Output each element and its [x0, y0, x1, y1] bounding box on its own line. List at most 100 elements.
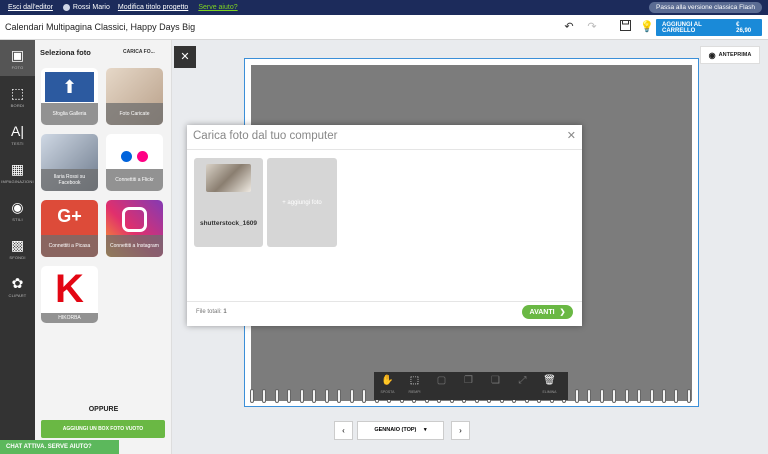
close-dialog-button[interactable]: ✕ — [567, 129, 576, 142]
next-label: AVANTI — [529, 308, 555, 316]
chat-button[interactable]: CHAT ATTIVA. SERVE AIUTO? — [0, 440, 119, 454]
hikorba-logo: K — [55, 267, 84, 311]
tool-sidebar: ▣ FOTO ⬚ BORDI A| TESTI ▦ IMPAGINAZIONI ◉ STI… — [0, 40, 35, 454]
sidebar-item-sfondi[interactable]: ▩ SFONDI — [0, 230, 35, 266]
help-link[interactable]: Serve aiuto? — [198, 4, 237, 11]
save-icon[interactable] — [618, 20, 632, 34]
expand-tool-button[interactable]: ⤢ — [509, 372, 536, 400]
uploaded-photo-card[interactable]: shutterstock_1609 — [194, 158, 263, 247]
upload-dialog: Carica foto dal tuo computer ✕ shutterst… — [187, 125, 582, 326]
hand-tool-button[interactable]: ✋ SPOSTA — [374, 372, 401, 400]
photo-thumbnail — [206, 164, 251, 192]
tile-uploaded-photos[interactable]: Foto Caricate — [106, 68, 163, 125]
next-button[interactable]: AVANTI ❯ — [522, 305, 573, 319]
photo-toolbar: ✋ SPOSTA ⬚ RIEMPI ▢ ❐ ❏ ⤢ 🗑 ELIMINA — [374, 372, 568, 400]
tile-picasa[interactable]: G+ Connettiti a Picasa — [41, 200, 98, 257]
project-title: Calendari Multipagina Classici, Happy Da… — [5, 22, 196, 32]
next-page-button[interactable]: › — [451, 421, 470, 440]
or-separator: OPPURE — [88, 406, 119, 413]
add-to-cart-label: AGGIUNGI AL CARRELLO — [662, 21, 702, 34]
sidebar-item-impaginazioni[interactable]: ▦ IMPAGINAZIONI — [0, 154, 35, 190]
sidebar-item-stili[interactable]: ◉ STILI — [0, 192, 35, 228]
crop-icon: ▢ — [436, 375, 447, 386]
sidebar-item-label: IMPAGINAZIONI — [1, 179, 34, 184]
tile-instagram[interactable]: Connettiti a Instagram — [106, 200, 163, 257]
top-bar: Esci dall'editor Rossi Mario Modifica ti… — [0, 0, 768, 15]
sidebar-item-label: TESTI — [11, 141, 24, 146]
file-total-label: File totali: — [196, 309, 222, 315]
edit-title-link[interactable]: Modifica titolo progetto — [118, 4, 188, 11]
hand-icon: ✋ — [381, 375, 394, 386]
photo-icon: ▣ — [10, 47, 25, 63]
undo-icon[interactable]: ↶ — [562, 20, 576, 34]
fill-tool-button[interactable]: ⬚ RIEMPI — [401, 372, 428, 400]
back-tool-button[interactable]: ❏ — [482, 372, 509, 400]
add-to-cart-button[interactable]: AGGIUNGI AL CARRELLO € 26,90 — [656, 19, 762, 36]
arrow-right-icon: ❯ — [559, 309, 566, 316]
front-tool-button[interactable]: ❐ — [455, 372, 482, 400]
exit-editor-link[interactable]: Esci dall'editor — [8, 4, 53, 11]
elimina-label: ELIMINA — [542, 390, 557, 394]
sidebar-item-bordi[interactable]: ⬚ BORDI — [0, 78, 35, 114]
sidebar-item-label: SFONDI — [9, 255, 26, 260]
instagram-icon — [122, 207, 147, 232]
user-name: Rossi Mario — [72, 4, 110, 11]
file-total-count: 1 — [223, 309, 227, 315]
sidebar-item-clipart[interactable]: ✿ CLIPART — [0, 268, 35, 304]
tile-flickr[interactable]: Connettiti a Flickr — [106, 134, 163, 191]
bring-front-icon: ❐ — [464, 375, 473, 386]
riempi-label: RIEMPI — [408, 390, 421, 394]
tile-facebook[interactable]: Ilaria Rossi su Facebook — [41, 134, 98, 191]
expand-icon: ⤢ — [518, 375, 527, 386]
tile-browse-gallery[interactable]: ⬆ Sfoglia Galleria — [41, 68, 98, 125]
add-photo-button[interactable]: + aggiungi foto — [267, 158, 337, 247]
palette-icon: ◉ — [11, 199, 24, 215]
panel-title: Seleziona foto — [40, 48, 91, 57]
tile-label: Connettiti a Picasa — [41, 235, 98, 257]
preview-button[interactable]: ◉ ANTEPRIMA — [700, 46, 760, 64]
google-plus-icon: G+ — [57, 206, 82, 226]
add-empty-photo-box-button[interactable]: AGGIUNGI UN BOX FOTO VUOTO — [41, 420, 165, 438]
tile-label: Connettiti a Flickr — [106, 169, 163, 191]
price: € 26,90 — [736, 21, 752, 34]
photo-panel: Seleziona foto CARICA FO... ⬆ Sfoglia Ga… — [35, 40, 172, 454]
tile-label: Connettiti a Instagram — [106, 235, 163, 257]
flickr-icon — [121, 151, 132, 162]
send-back-icon: ❏ — [491, 375, 500, 386]
lightbulb-icon[interactable]: 💡 — [640, 20, 654, 34]
flash-version-button[interactable]: Passa alla versione classica Flash — [649, 2, 762, 13]
month-select[interactable]: GENNAIO (TOP) ▾ — [357, 421, 444, 440]
tile-label: Foto Caricate — [106, 103, 163, 125]
tile-label: HIKORBA — [41, 313, 98, 323]
preview-label: ANTEPRIMA — [718, 52, 752, 58]
tile-label: Sfoglia Galleria — [41, 103, 98, 125]
delete-tool-button[interactable]: 🗑 ELIMINA — [536, 372, 563, 400]
border-icon: ⬚ — [10, 85, 25, 101]
tile-hikorba[interactable]: K HIKORBA — [41, 266, 98, 323]
file-total: File totali: 1 — [196, 309, 227, 315]
flickr-dot — [137, 151, 148, 162]
sidebar-item-label: STILI — [12, 217, 23, 222]
sidebar-item-foto[interactable]: ▣ FOTO — [0, 40, 35, 76]
crop-tool-button[interactable]: ▢ — [428, 372, 455, 400]
background-icon: ▩ — [10, 237, 25, 253]
text-icon: A| — [11, 123, 24, 139]
file-name: shutterstock_1609 — [199, 220, 258, 227]
sidebar-item-label: FOTO — [11, 65, 24, 70]
chevron-right-icon: › — [459, 426, 462, 435]
close-panel-button[interactable]: ✕ — [174, 46, 196, 68]
sidebar-item-label: CLIPART — [8, 293, 27, 298]
sidebar-item-testi[interactable]: A| TESTI — [0, 116, 35, 152]
user-menu[interactable]: Rossi Mario — [62, 4, 110, 11]
divider — [187, 301, 582, 302]
divider — [187, 149, 582, 150]
sidebar-item-label: BORDI — [10, 103, 25, 108]
sposta-label: SPOSTA — [380, 390, 395, 394]
prev-page-button[interactable]: ‹ — [334, 421, 353, 440]
upload-photo-button[interactable]: CARICA FO... — [123, 49, 155, 55]
redo-icon[interactable]: ↷ — [585, 20, 599, 34]
trash-icon: 🗑 — [543, 375, 556, 386]
close-icon: ✕ — [180, 51, 190, 63]
close-icon: ✕ — [566, 130, 576, 142]
clipart-icon: ✿ — [11, 275, 24, 291]
